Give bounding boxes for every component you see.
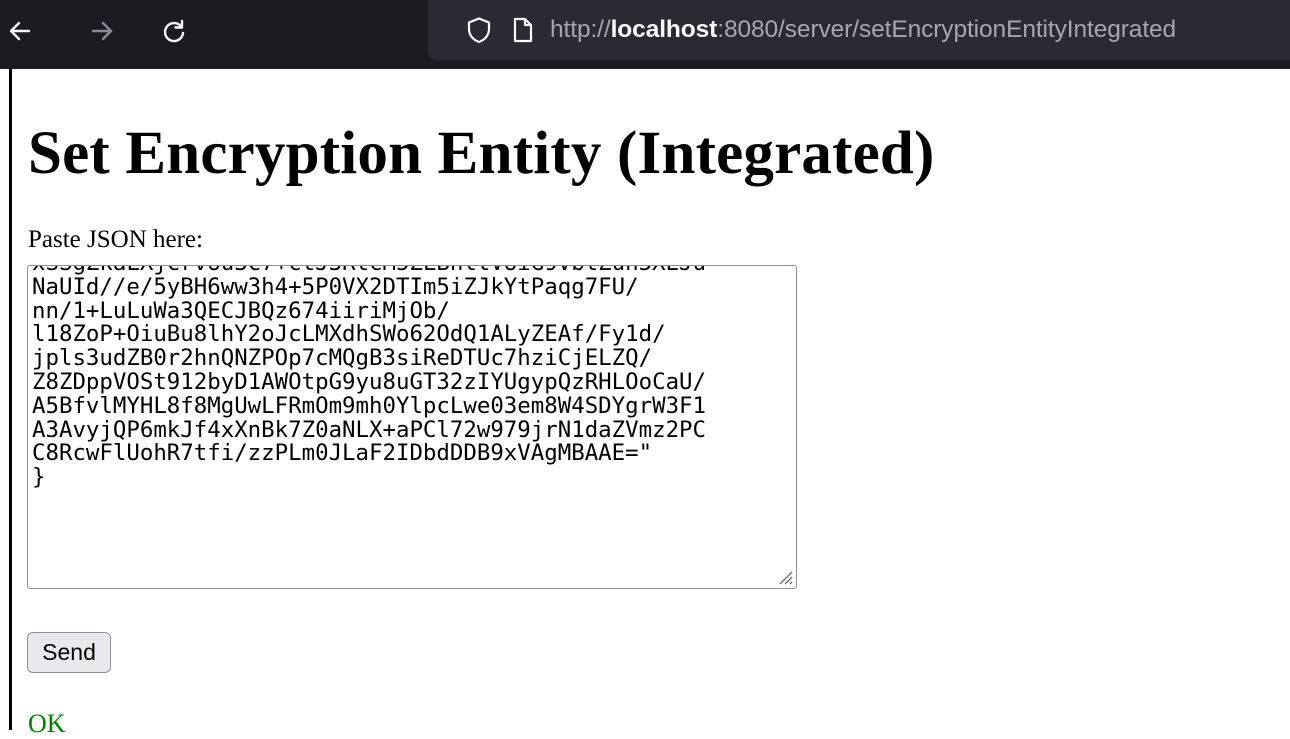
page-icon[interactable]: [512, 17, 534, 43]
resize-grip-icon[interactable]: [776, 568, 794, 586]
status-text: OK: [28, 709, 66, 738]
json-label: Paste JSON here:: [28, 226, 203, 253]
arrow-right-icon: [91, 21, 113, 41]
send-button[interactable]: Send: [27, 632, 111, 673]
url-text[interactable]: http://localhost:8080/server/setEncrypti…: [550, 16, 1176, 44]
arrow-left-icon: [9, 21, 31, 41]
json-textarea[interactable]: xSSgZkaLXjcrvUu3c7+ctJ3RtcM5ZLBnttVUiG9V…: [27, 265, 797, 589]
url-scheme: http://: [550, 16, 611, 43]
reload-button[interactable]: [154, 11, 194, 51]
url-bar[interactable]: http://localhost:8080/server/setEncrypti…: [428, 0, 1290, 60]
back-button[interactable]: [0, 11, 40, 51]
url-host: localhost: [610, 16, 718, 43]
reload-icon: [163, 19, 185, 43]
page-title: Set Encryption Entity (Integrated): [28, 120, 935, 187]
url-path: :8080/server/setEncryptionEntityIntegrat…: [717, 16, 1177, 43]
json-textarea-content[interactable]: xSSgZkaLXjcrvUu3c7+ctJ3RtcM5ZLBnttVUiG9V…: [32, 266, 706, 490]
window-edge: [9, 69, 12, 730]
browser-toolbar: http://localhost:8080/server/setEncrypti…: [0, 0, 1290, 69]
forward-button[interactable]: [82, 11, 122, 51]
page-content: Set Encryption Entity (Integrated) Paste…: [0, 69, 1290, 738]
shield-icon[interactable]: [466, 16, 492, 44]
